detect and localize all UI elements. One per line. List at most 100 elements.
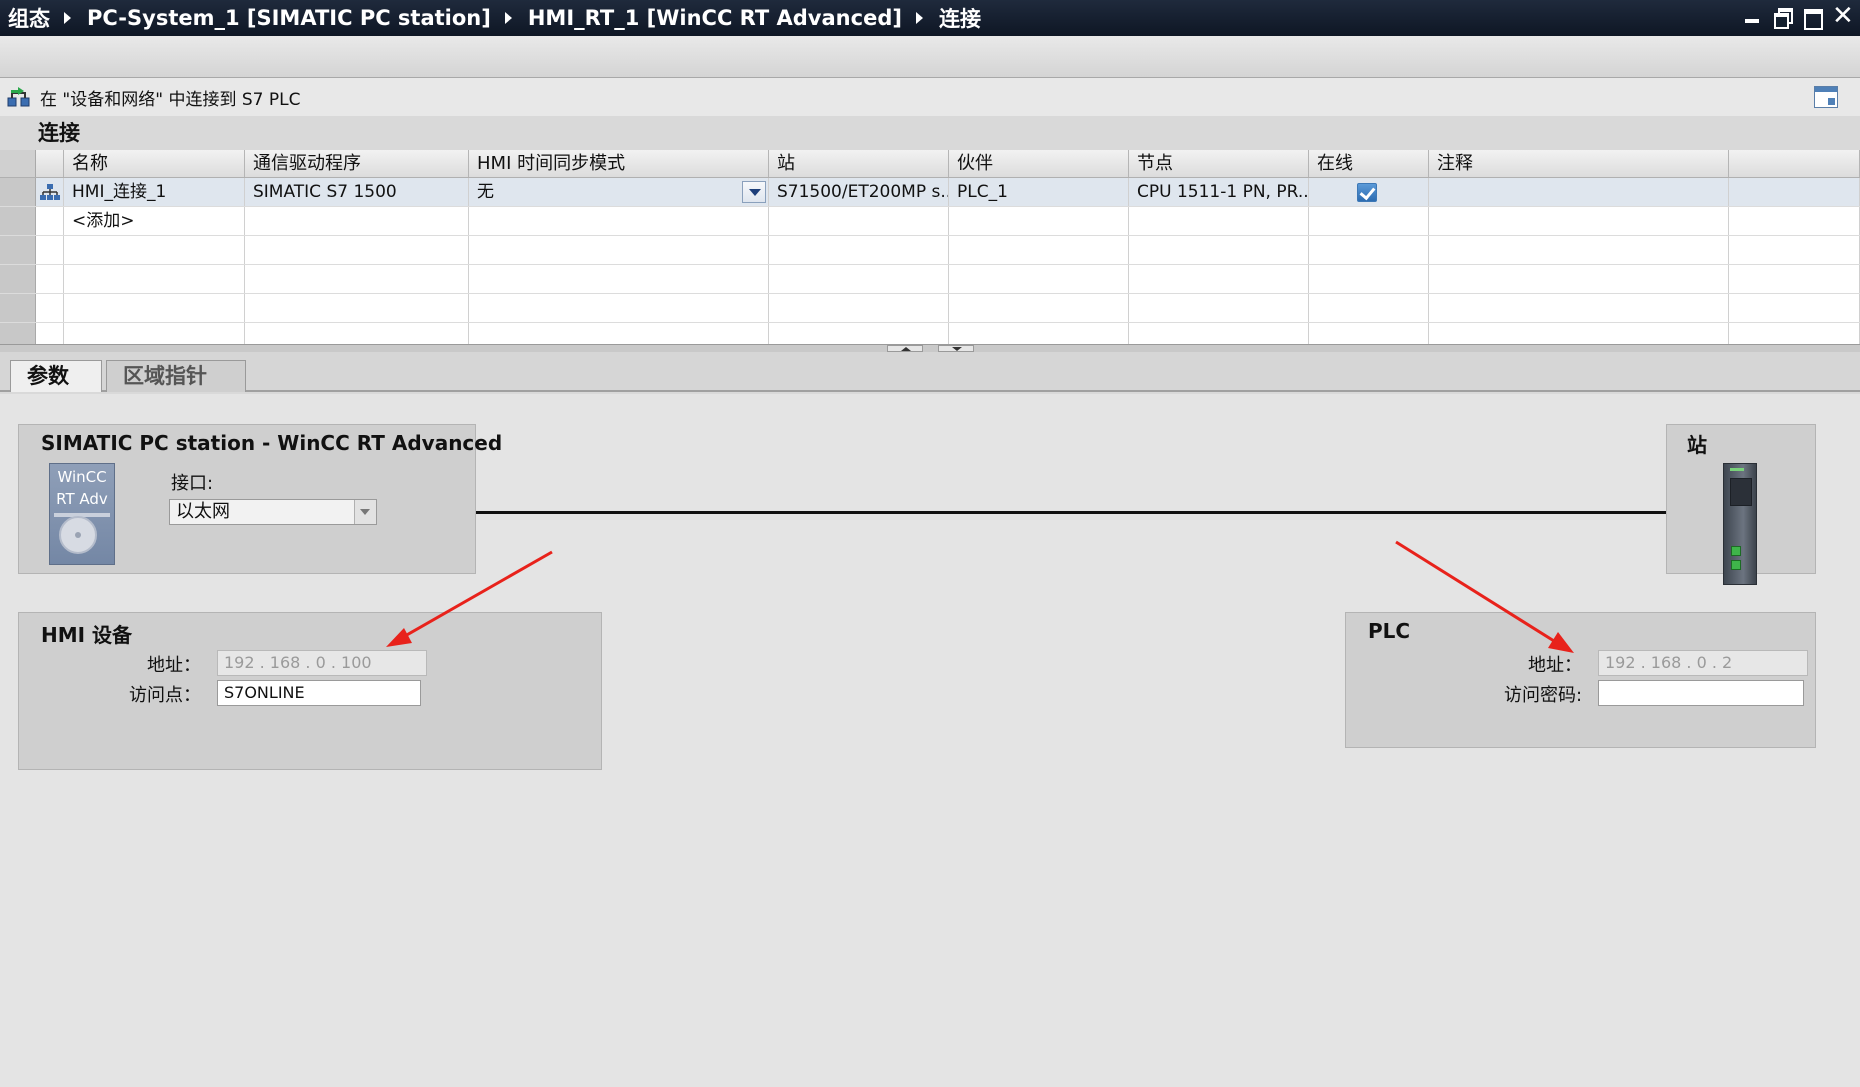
table-row-empty <box>0 236 1860 265</box>
empty-cell <box>1129 323 1309 344</box>
empty-cell <box>36 265 64 293</box>
row-header[interactable] <box>0 207 36 235</box>
empty-cell <box>1309 294 1429 322</box>
empty-cell <box>245 323 469 344</box>
column-header-online[interactable]: 在线 <box>1309 150 1429 177</box>
dropdown-arrow-icon[interactable] <box>742 181 766 203</box>
cell-station[interactable]: S71500/ET200MP s... <box>769 178 949 206</box>
connect-network-icon[interactable] <box>6 84 32 110</box>
column-header-partner[interactable]: 伙伴 <box>949 150 1129 177</box>
breadcrumb: 组态 PC-System_1 [SIMATIC PC station] HMI_… <box>0 3 981 33</box>
table-row-empty <box>0 265 1860 294</box>
minimize-icon[interactable] <box>1742 6 1762 26</box>
empty-cell <box>469 265 769 293</box>
empty-cell <box>1729 236 1860 264</box>
empty-cell <box>245 265 469 293</box>
column-header-filler <box>1729 150 1860 177</box>
empty-cell <box>949 323 1129 344</box>
cell-driver[interactable]: SIMATIC S7 1500 <box>245 178 469 206</box>
empty-cell <box>1729 265 1860 293</box>
table-row-add[interactable]: <添加> <box>0 207 1860 236</box>
empty-cell <box>1429 294 1729 322</box>
cell-filler <box>1729 178 1860 206</box>
empty-cell <box>1429 236 1729 264</box>
empty-cell <box>36 294 64 322</box>
empty-cell <box>1129 236 1309 264</box>
breadcrumb-separator-icon <box>504 12 512 24</box>
tab-parameters[interactable]: 参数 <box>10 360 102 392</box>
empty-cell <box>949 207 1129 235</box>
info-bar-text[interactable]: 在 "设备和网络" 中连接到 S7 PLC <box>40 85 300 110</box>
connection-icon-cell <box>36 178 64 206</box>
breadcrumb-item-config[interactable]: 组态 <box>8 3 50 33</box>
empty-cell <box>245 207 469 235</box>
parameters-area: SIMATIC PC station - WinCC RT Advanced W… <box>0 394 1860 1087</box>
cell-comment[interactable] <box>1429 178 1729 206</box>
column-header-time-sync[interactable]: HMI 时间同步模式 <box>469 150 769 177</box>
icon-column-header <box>36 150 64 177</box>
empty-cell <box>1729 294 1860 322</box>
column-header-station[interactable]: 站 <box>769 150 949 177</box>
tab-area-pointers[interactable]: 区域指针 <box>106 360 246 392</box>
empty-cell <box>949 294 1129 322</box>
window-titlebar: 组态 PC-System_1 [SIMATIC PC station] HMI_… <box>0 0 1860 36</box>
close-icon[interactable]: ✕ <box>1832 3 1854 29</box>
breadcrumb-item-hmi-rt[interactable]: HMI_RT_1 [WinCC RT Advanced] <box>528 6 902 30</box>
cell-name[interactable]: HMI_连接_1 <box>64 178 245 206</box>
empty-cell <box>469 236 769 264</box>
restore-icon[interactable] <box>1772 6 1793 29</box>
column-header-driver[interactable]: 通信驱动程序 <box>245 150 469 177</box>
panel-splitter[interactable] <box>0 344 1860 352</box>
empty-cell <box>769 207 949 235</box>
empty-cell <box>36 323 64 344</box>
empty-cell <box>1129 265 1309 293</box>
empty-cell <box>469 207 769 235</box>
row-header[interactable] <box>0 178 36 206</box>
empty-cell <box>64 294 245 322</box>
empty-cell <box>1429 265 1729 293</box>
annotation-arrow-left <box>386 550 553 647</box>
annotation-arrow-right <box>1395 540 1574 653</box>
empty-cell <box>1129 294 1309 322</box>
maximize-icon[interactable] <box>1802 6 1823 30</box>
cell-partner[interactable]: PLC_1 <box>949 178 1129 206</box>
row-header <box>0 265 36 293</box>
show-hide-panel-icon[interactable] <box>1814 86 1838 108</box>
cell-online[interactable] <box>1309 178 1429 206</box>
empty-cell <box>1729 207 1860 235</box>
annotation-arrows <box>386 540 1574 653</box>
breadcrumb-separator-icon <box>64 12 71 24</box>
column-header-comment[interactable]: 注释 <box>1429 150 1729 177</box>
table-row-empty <box>0 323 1860 344</box>
info-bar: 在 "设备和网络" 中连接到 S7 PLC <box>0 78 1860 116</box>
breadcrumb-item-pc-system[interactable]: PC-System_1 [SIMATIC PC station] <box>87 6 491 30</box>
tab-bar: 参数 区域指针 <box>0 352 1860 392</box>
editor-toolbar <box>0 36 1860 78</box>
row-header-corner <box>0 150 36 177</box>
cell-node[interactable]: CPU 1511-1 PN, PR... <box>1129 178 1309 206</box>
empty-cell <box>469 323 769 344</box>
empty-cell <box>769 323 949 344</box>
breadcrumb-separator-icon <box>915 12 923 24</box>
empty-cell <box>1129 207 1309 235</box>
add-connection-cell[interactable]: <添加> <box>64 207 245 235</box>
window-controls: ✕ <box>1742 3 1854 30</box>
expand-down-icon[interactable] <box>938 345 974 352</box>
column-header-node[interactable]: 节点 <box>1129 150 1309 177</box>
empty-cell <box>1729 323 1860 344</box>
breadcrumb-item-connections: 连接 <box>938 7 981 31</box>
table-row-empty <box>0 294 1860 323</box>
empty-cell <box>245 294 469 322</box>
table-row[interactable]: HMI_连接_1 SIMATIC S7 1500 无 S71500/ET200M… <box>0 178 1860 207</box>
column-header-name[interactable]: 名称 <box>64 150 245 177</box>
cell-time-sync[interactable]: 无 <box>469 178 769 206</box>
empty-cell <box>1309 265 1429 293</box>
empty-cell <box>769 265 949 293</box>
empty-cell <box>1429 207 1729 235</box>
row-header <box>0 294 36 322</box>
table-header: 名称 通信驱动程序 HMI 时间同步模式 站 伙伴 节点 在线 注释 <box>0 150 1860 178</box>
online-checkbox[interactable] <box>1357 183 1377 202</box>
empty-cell <box>245 236 469 264</box>
empty-cell <box>36 236 64 264</box>
collapse-up-icon[interactable] <box>887 345 923 352</box>
